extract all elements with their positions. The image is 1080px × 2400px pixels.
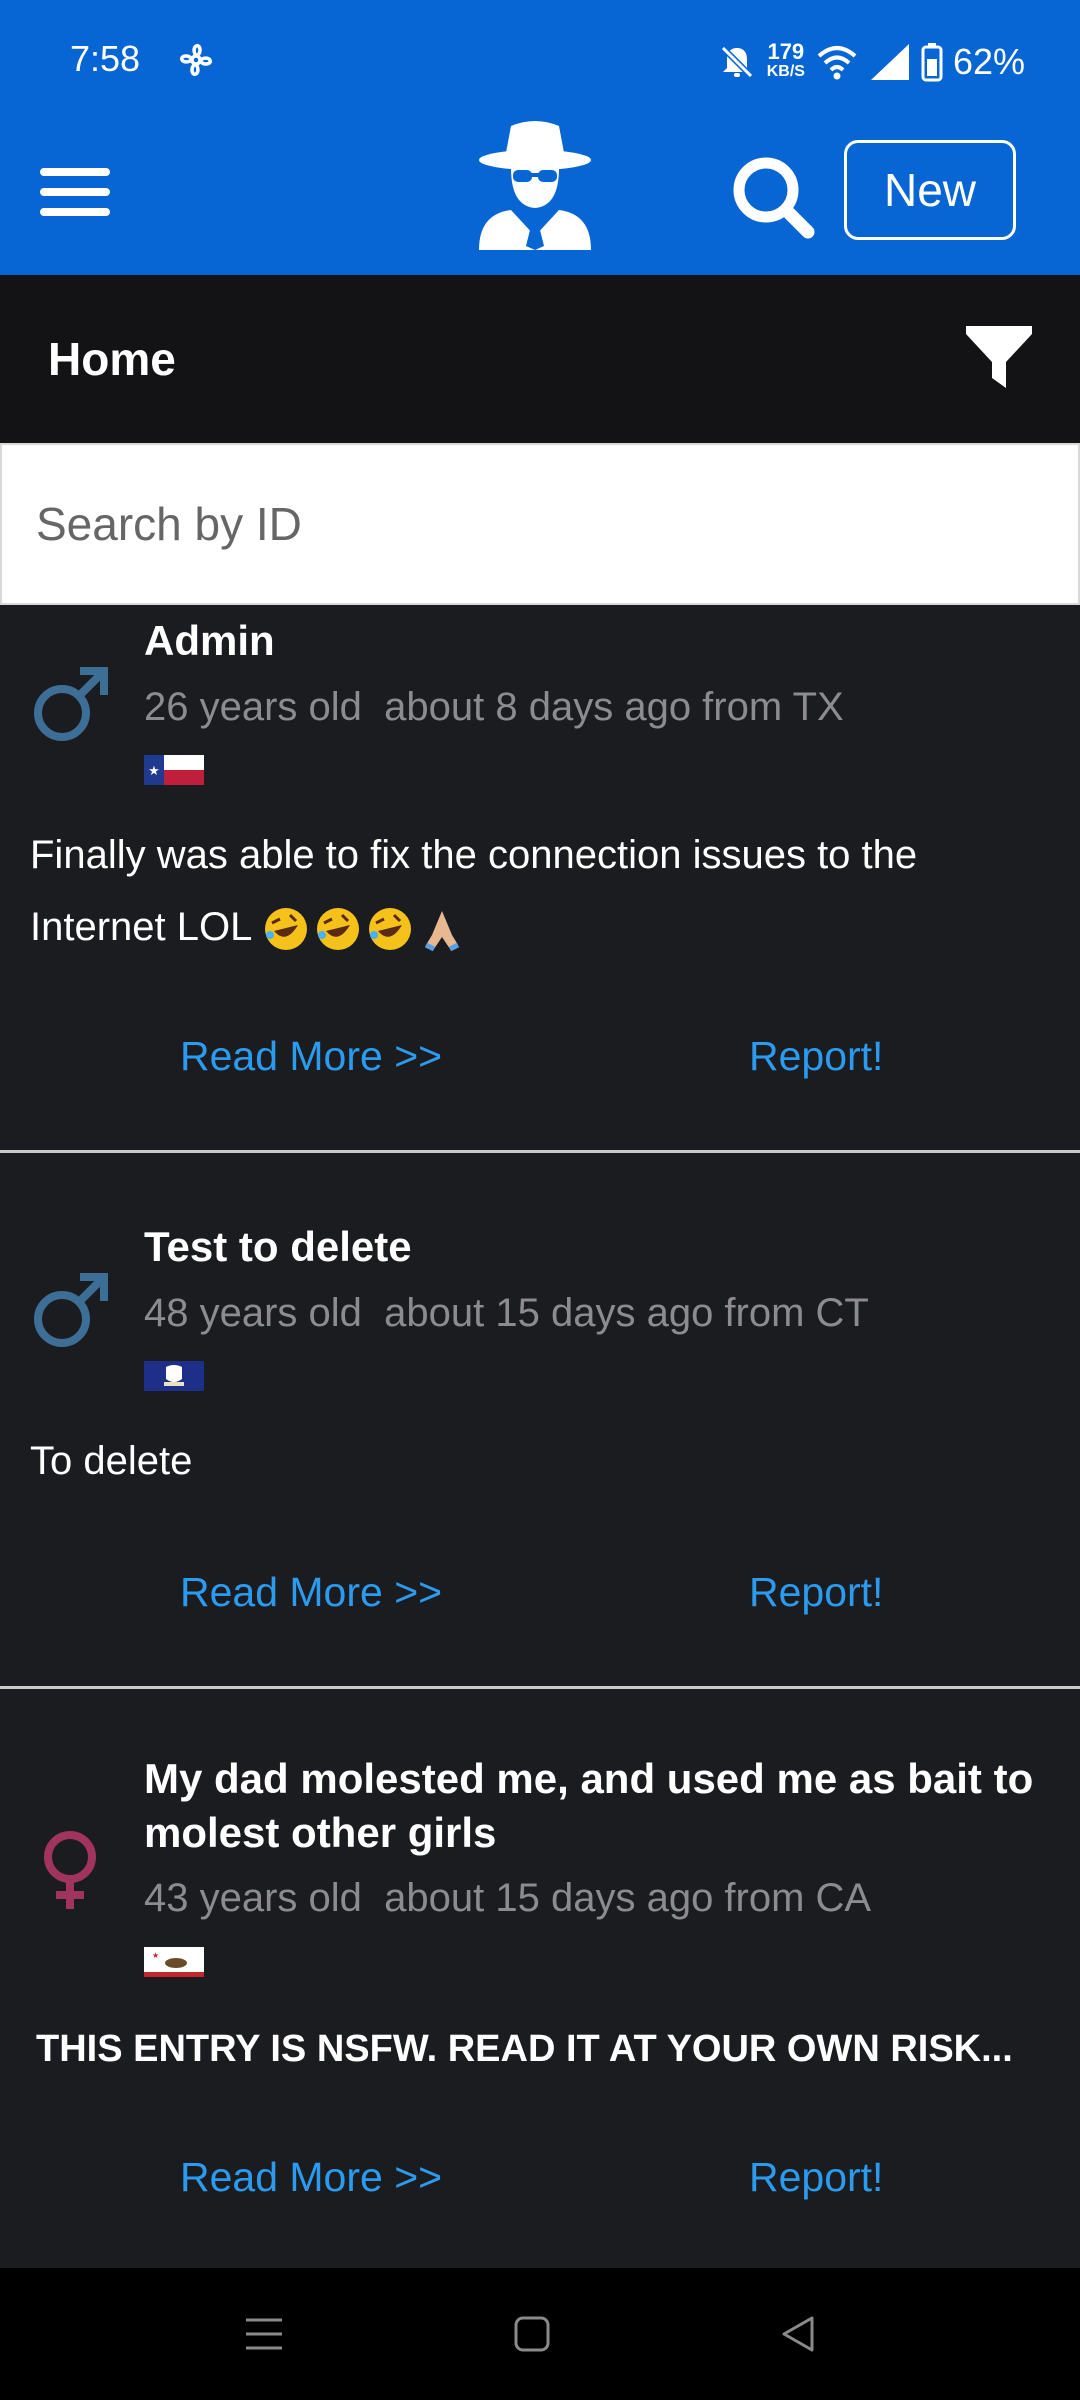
nsfw-warning: THIS ENTRY IS NSFW. READ IT AT YOUR OWN … bbox=[36, 2028, 1013, 2070]
net-speed-value: 179 bbox=[767, 39, 805, 64]
new-post-button[interactable]: New bbox=[844, 140, 1016, 240]
post-meta: 26 years old about 8 days ago from TX bbox=[144, 685, 844, 730]
signal-icon bbox=[870, 44, 909, 80]
svg-text:★: ★ bbox=[148, 763, 160, 778]
menu-icon-bar bbox=[40, 208, 110, 216]
post-body-text: Finally was able to fix the connection i… bbox=[30, 833, 918, 949]
post-time: about 15 days ago from CT bbox=[384, 1291, 869, 1335]
post-meta: 43 years old about 15 days ago from CA bbox=[144, 1876, 871, 1921]
texas-flag-icon: ★ bbox=[144, 755, 204, 785]
status-indicators: 179 KB/S 62% bbox=[717, 34, 1025, 90]
post-body: Finally was able to fix the connection i… bbox=[30, 819, 1040, 963]
net-speed: 179 KB/S bbox=[766, 39, 805, 82]
system-nav-bar bbox=[0, 2268, 1080, 2400]
post-card: Admin 26 years old about 8 days ago from… bbox=[0, 605, 1080, 1152]
recents-icon[interactable] bbox=[242, 2312, 286, 2356]
back-icon[interactable] bbox=[776, 2312, 820, 2356]
battery-icon bbox=[921, 43, 943, 82]
rofl-emoji-icon bbox=[317, 908, 360, 951]
post-age: 43 years old bbox=[144, 1876, 362, 1920]
post-time: about 15 days ago from CA bbox=[384, 1876, 872, 1920]
wifi-icon bbox=[817, 46, 857, 80]
post-meta: 48 years old about 15 days ago from CT bbox=[144, 1291, 869, 1336]
spy-logo-icon bbox=[479, 121, 591, 250]
california-flag-icon: ★ bbox=[144, 1947, 204, 1977]
net-speed-unit: KB/S bbox=[766, 63, 805, 80]
report-link[interactable]: Report! bbox=[749, 2154, 883, 2201]
post-title[interactable]: My dad molested me, and used me as bait … bbox=[144, 1752, 1044, 1860]
search-icon[interactable] bbox=[728, 152, 818, 242]
emoji-group bbox=[262, 905, 466, 953]
svg-text:★: ★ bbox=[152, 1951, 159, 1960]
post-body: To delete bbox=[30, 1439, 193, 1483]
mute-icon bbox=[720, 45, 753, 79]
post-age: 48 years old bbox=[144, 1291, 362, 1335]
home-nav-icon[interactable] bbox=[510, 2312, 554, 2356]
male-icon bbox=[34, 1273, 108, 1347]
filter-icon[interactable] bbox=[962, 322, 1036, 396]
battery-percent: 62% bbox=[952, 41, 1025, 82]
post-time: about 8 days ago from TX bbox=[384, 685, 844, 729]
report-link[interactable]: Report! bbox=[749, 1033, 883, 1080]
connecticut-flag-icon bbox=[144, 1361, 204, 1391]
read-more-link[interactable]: Read More >> bbox=[180, 1569, 442, 1616]
rofl-emoji-icon bbox=[265, 908, 308, 951]
post-title[interactable]: Admin bbox=[144, 614, 1044, 668]
menu-button[interactable] bbox=[40, 162, 110, 222]
menu-icon-bar bbox=[40, 188, 110, 196]
rofl-emoji-icon bbox=[369, 908, 412, 951]
post-title[interactable]: Test to delete bbox=[144, 1220, 1044, 1274]
search-input[interactable] bbox=[36, 489, 1036, 559]
read-more-link[interactable]: Read More >> bbox=[180, 1033, 442, 1080]
read-more-link[interactable]: Read More >> bbox=[180, 2154, 442, 2201]
post-age: 26 years old bbox=[144, 685, 362, 729]
post-card: Test to delete 48 years old about 15 day… bbox=[0, 1153, 1080, 1686]
male-icon bbox=[34, 667, 108, 741]
post-card: My dad molested me, and used me as bait … bbox=[0, 1689, 1080, 2268]
status-time: 7:58 bbox=[70, 38, 141, 79]
female-icon bbox=[44, 1831, 96, 1909]
fan-icon bbox=[180, 44, 212, 76]
report-link[interactable]: Report! bbox=[749, 1569, 883, 1616]
menu-icon-bar bbox=[40, 168, 110, 176]
page-title: Home bbox=[48, 333, 176, 385]
praying-hands-emoji-icon bbox=[425, 911, 460, 952]
search-box bbox=[0, 443, 1080, 605]
